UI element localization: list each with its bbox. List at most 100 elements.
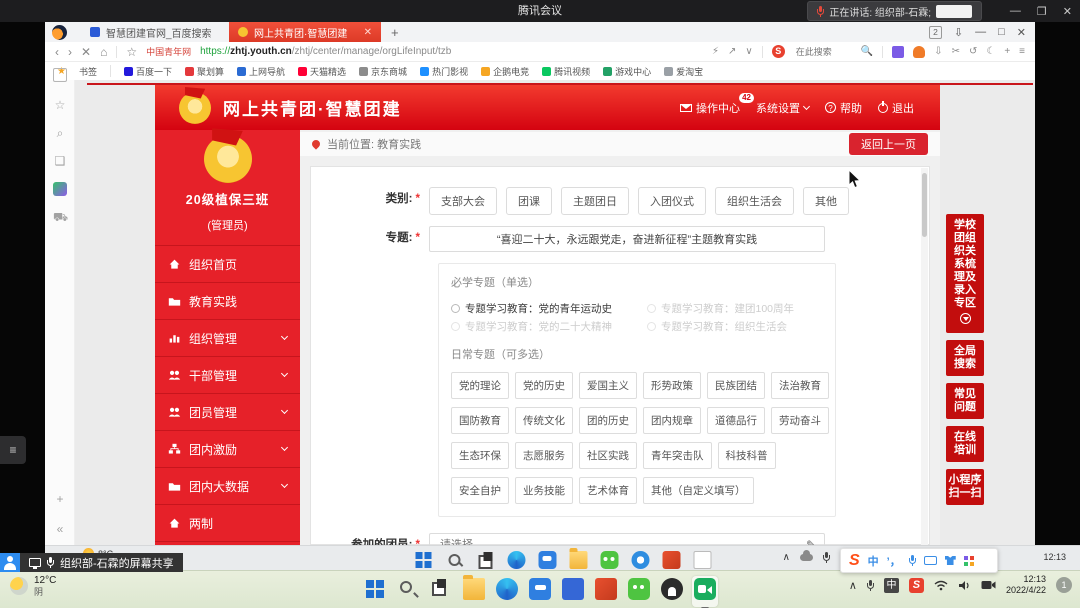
ime-chip-icon[interactable]: 中 (884, 578, 899, 593)
bookmark-star-icon[interactable]: ☆ (126, 45, 137, 59)
game-center-icon[interactable] (913, 46, 925, 58)
category-option-button[interactable]: 支部大会 (429, 187, 497, 215)
sidebar-item-两制[interactable]: 两制 (155, 504, 300, 541)
bookmark-item[interactable]: 腾讯视频 (542, 65, 590, 78)
sidebar-item-团内大数据[interactable]: 团内大数据 (155, 467, 300, 504)
back-icon[interactable]: ‹ (55, 45, 59, 59)
sidebar-item-干部管理[interactable]: 干部管理 (155, 356, 300, 393)
required-topic-option[interactable]: 专题学习教育：党的青年运动史 (451, 301, 647, 316)
meeting-panel-toggle[interactable]: ≡ (0, 436, 26, 464)
sidebar-item-教育实践[interactable]: 教育实践 (155, 282, 300, 319)
tray2-mic-icon[interactable] (867, 580, 874, 591)
floating-widget[interactable]: 在线培训 (946, 426, 984, 462)
plus-icon[interactable]: + (1004, 46, 1010, 57)
browser-tab[interactable]: 智慧团建官网_百度搜索 (81, 22, 229, 42)
forward-icon[interactable]: › (68, 45, 72, 59)
taskbar-app-search[interactable] (395, 576, 421, 607)
bookmark-item[interactable]: 上网导航 (237, 65, 285, 78)
download-icon[interactable]: ⇩ (934, 46, 942, 57)
bookmark-item[interactable]: 热门影视 (420, 65, 468, 78)
sogou-search-icon[interactable]: S (772, 45, 785, 58)
bookmark-item[interactable]: 天猫精选 (298, 65, 346, 78)
maximize-icon[interactable]: ❐ (1037, 5, 1047, 18)
floating-widget[interactable]: 学校团组织关系梳理及录入专区 (946, 214, 984, 333)
taskbar-app-folder[interactable] (461, 576, 487, 607)
stop-icon[interactable]: ✕ (81, 45, 91, 59)
sogou-logo-icon[interactable]: S (849, 552, 860, 570)
shopping-cart-icon[interactable]: ⛟ (53, 210, 67, 224)
home-icon[interactable]: ⌂ (100, 45, 107, 59)
daily-topic-button[interactable]: 法治教育 (771, 372, 829, 399)
share-icon[interactable]: ↗ (728, 46, 736, 57)
reading-list-icon[interactable] (53, 68, 67, 82)
url-text[interactable]: https://zhtj.youth.cn/zhtj/center/manage… (200, 46, 451, 57)
tray-chevron-up-icon[interactable]: ∧ (783, 552, 790, 563)
daily-topic-button[interactable]: 生态环保 (451, 442, 509, 469)
tray-mic-icon[interactable] (823, 552, 830, 563)
help-menu[interactable]: ? 帮助 (825, 100, 862, 116)
bookmark-item[interactable]: 聚划算 (185, 65, 224, 78)
search-magnifier-icon[interactable]: 🔍 (861, 46, 873, 57)
category-option-button[interactable]: 组织生活会 (715, 187, 794, 215)
browser-maximize-icon[interactable]: □ (998, 26, 1005, 38)
site-verification-badge[interactable]: 中国青年网 (146, 45, 191, 58)
theme-app-icon[interactable] (53, 182, 67, 196)
taskbar-app-chat[interactable] (527, 576, 553, 607)
bookmark-item[interactable]: 企鹅电竞 (481, 65, 529, 78)
taskbar-app-start[interactable] (362, 576, 388, 607)
favorites-star-icon[interactable]: ☆ (53, 98, 67, 112)
daily-topic-button[interactable]: 业务技能 (515, 477, 573, 504)
daily-topic-button[interactable]: 社区实践 (579, 442, 637, 469)
bookmark-item[interactable]: 百度一下 (124, 65, 172, 78)
sidebar-item-团员管理[interactable]: 团员管理 (155, 393, 300, 430)
menu-icon[interactable]: ≡ (1019, 46, 1025, 57)
ime-toolbox-icon[interactable] (964, 556, 974, 566)
category-option-button[interactable]: 其他 (803, 187, 849, 215)
bookmark-item[interactable]: 京东商城 (359, 65, 407, 78)
taskbar-app-wechat[interactable] (626, 576, 652, 607)
daily-topic-button[interactable]: 劳动奋斗 (771, 407, 829, 434)
flash-icon[interactable]: ⚡ (712, 46, 719, 57)
system-settings-menu[interactable]: 系统设置 (756, 100, 809, 116)
bookmark-item[interactable]: 游戏中心 (603, 65, 651, 78)
wifi-icon[interactable] (934, 580, 948, 591)
form-scrollbar[interactable] (921, 168, 928, 545)
category-option-button[interactable]: 主题团日 (561, 187, 629, 215)
floating-widget[interactable]: 小程序扫一扫 (946, 469, 984, 505)
scrollbar-thumb[interactable] (922, 173, 927, 237)
close-icon[interactable]: ✕ (1063, 5, 1072, 18)
daily-topic-button[interactable]: 形势政策 (643, 372, 701, 399)
daily-topic-button[interactable]: 民族团结 (707, 372, 765, 399)
topic-input[interactable]: “喜迎二十大，永远跟党走，奋进新征程”主题教育实践 (429, 226, 825, 252)
sidebar-item-组织首页[interactable]: 组织首页 (155, 245, 300, 282)
screenshot-scissors-icon[interactable]: ✂ (952, 46, 960, 57)
tab-close-icon[interactable]: ✕ (364, 27, 372, 38)
local-clock[interactable]: 12:13 2022/4/22 (1006, 574, 1046, 596)
action-center-menu[interactable]: 操作中心 42 (680, 100, 740, 116)
sogou-tray-icon[interactable]: S (909, 578, 924, 593)
search-side-icon[interactable]: ⌕ (53, 126, 67, 140)
ime-skin-icon[interactable] (945, 556, 956, 565)
daily-topic-button[interactable]: 科技科普 (718, 442, 776, 469)
download-tray-icon[interactable]: ⇩ (954, 26, 963, 39)
daily-topic-button[interactable]: 团的历史 (579, 407, 637, 434)
edit-pencil-icon[interactable]: ✎ (806, 538, 816, 545)
logout-menu[interactable]: 退出 (878, 100, 914, 116)
daily-topic-button[interactable]: 团内规章 (643, 407, 701, 434)
daily-topic-button[interactable]: 国防教育 (451, 407, 509, 434)
daily-topic-button[interactable]: 爱国主义 (579, 372, 637, 399)
daily-topic-button[interactable]: 道德品行 (707, 407, 765, 434)
radio-icon[interactable] (451, 304, 460, 313)
sogou-browser-logo[interactable] (52, 25, 67, 40)
daily-topic-button[interactable]: 青年突击队 (643, 442, 712, 469)
back-page-button[interactable]: 返回上一页 (849, 133, 928, 155)
ime-punctuation-icon[interactable]: ’， (887, 553, 901, 569)
browser-close-icon[interactable]: ✕ (1017, 26, 1026, 39)
tray2-chevron-up-icon[interactable]: ∧ (849, 579, 857, 592)
ime-mic-icon[interactable] (909, 555, 916, 566)
local-weather-widget[interactable]: 12°C 阴 (10, 575, 56, 597)
night-mode-icon[interactable]: ☾ (986, 46, 995, 57)
taskbar-app-edge[interactable] (494, 576, 520, 607)
extension-icon[interactable] (892, 46, 904, 58)
add-panel-icon[interactable]: + (53, 492, 67, 506)
